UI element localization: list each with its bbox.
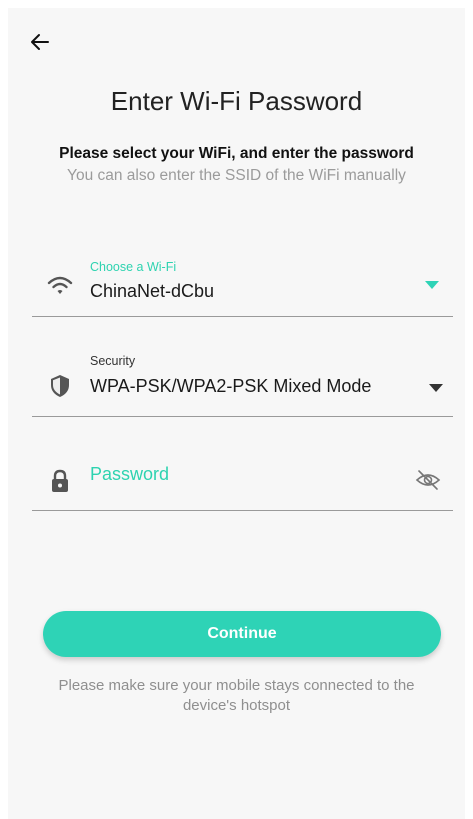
shield-icon — [51, 375, 69, 397]
hotspot-note: Please make sure your mobile stays conne… — [58, 677, 415, 714]
security-select[interactable]: Security WPA-PSK/WPA2-PSK Mixed Mode — [32, 348, 453, 417]
back-button[interactable] — [28, 30, 52, 54]
screen: Enter Wi-Fi Password Please select your … — [8, 8, 465, 819]
page-title: Enter Wi-Fi Password — [110, 86, 363, 116]
page-subtitle: Please select your WiFi, and enter the p… — [59, 145, 414, 162]
lock-icon — [52, 469, 68, 492]
eye-off-icon[interactable] — [415, 468, 441, 492]
wifi-select-label: Choose a Wi-Fi — [90, 260, 177, 274]
security-select-label: Security — [90, 354, 136, 368]
password-placeholder: Password — [90, 464, 170, 484]
wifi-select[interactable]: Choose a Wi-Fi ChinaNet-dCbu — [32, 252, 453, 317]
security-select-value: WPA-PSK/WPA2-PSK Mixed Mode — [90, 376, 372, 396]
page-hint: You can also enter the SSID of the WiFi … — [67, 167, 406, 184]
wifi-select-value: ChinaNet-dCbu — [90, 281, 215, 301]
continue-button[interactable]: Continue — [43, 611, 441, 657]
chevron-down-icon — [429, 384, 443, 392]
arrow-left-icon — [31, 34, 49, 50]
wifi-icon — [47, 276, 73, 294]
chevron-down-icon — [425, 281, 439, 289]
password-field[interactable]: Password — [32, 448, 453, 511]
